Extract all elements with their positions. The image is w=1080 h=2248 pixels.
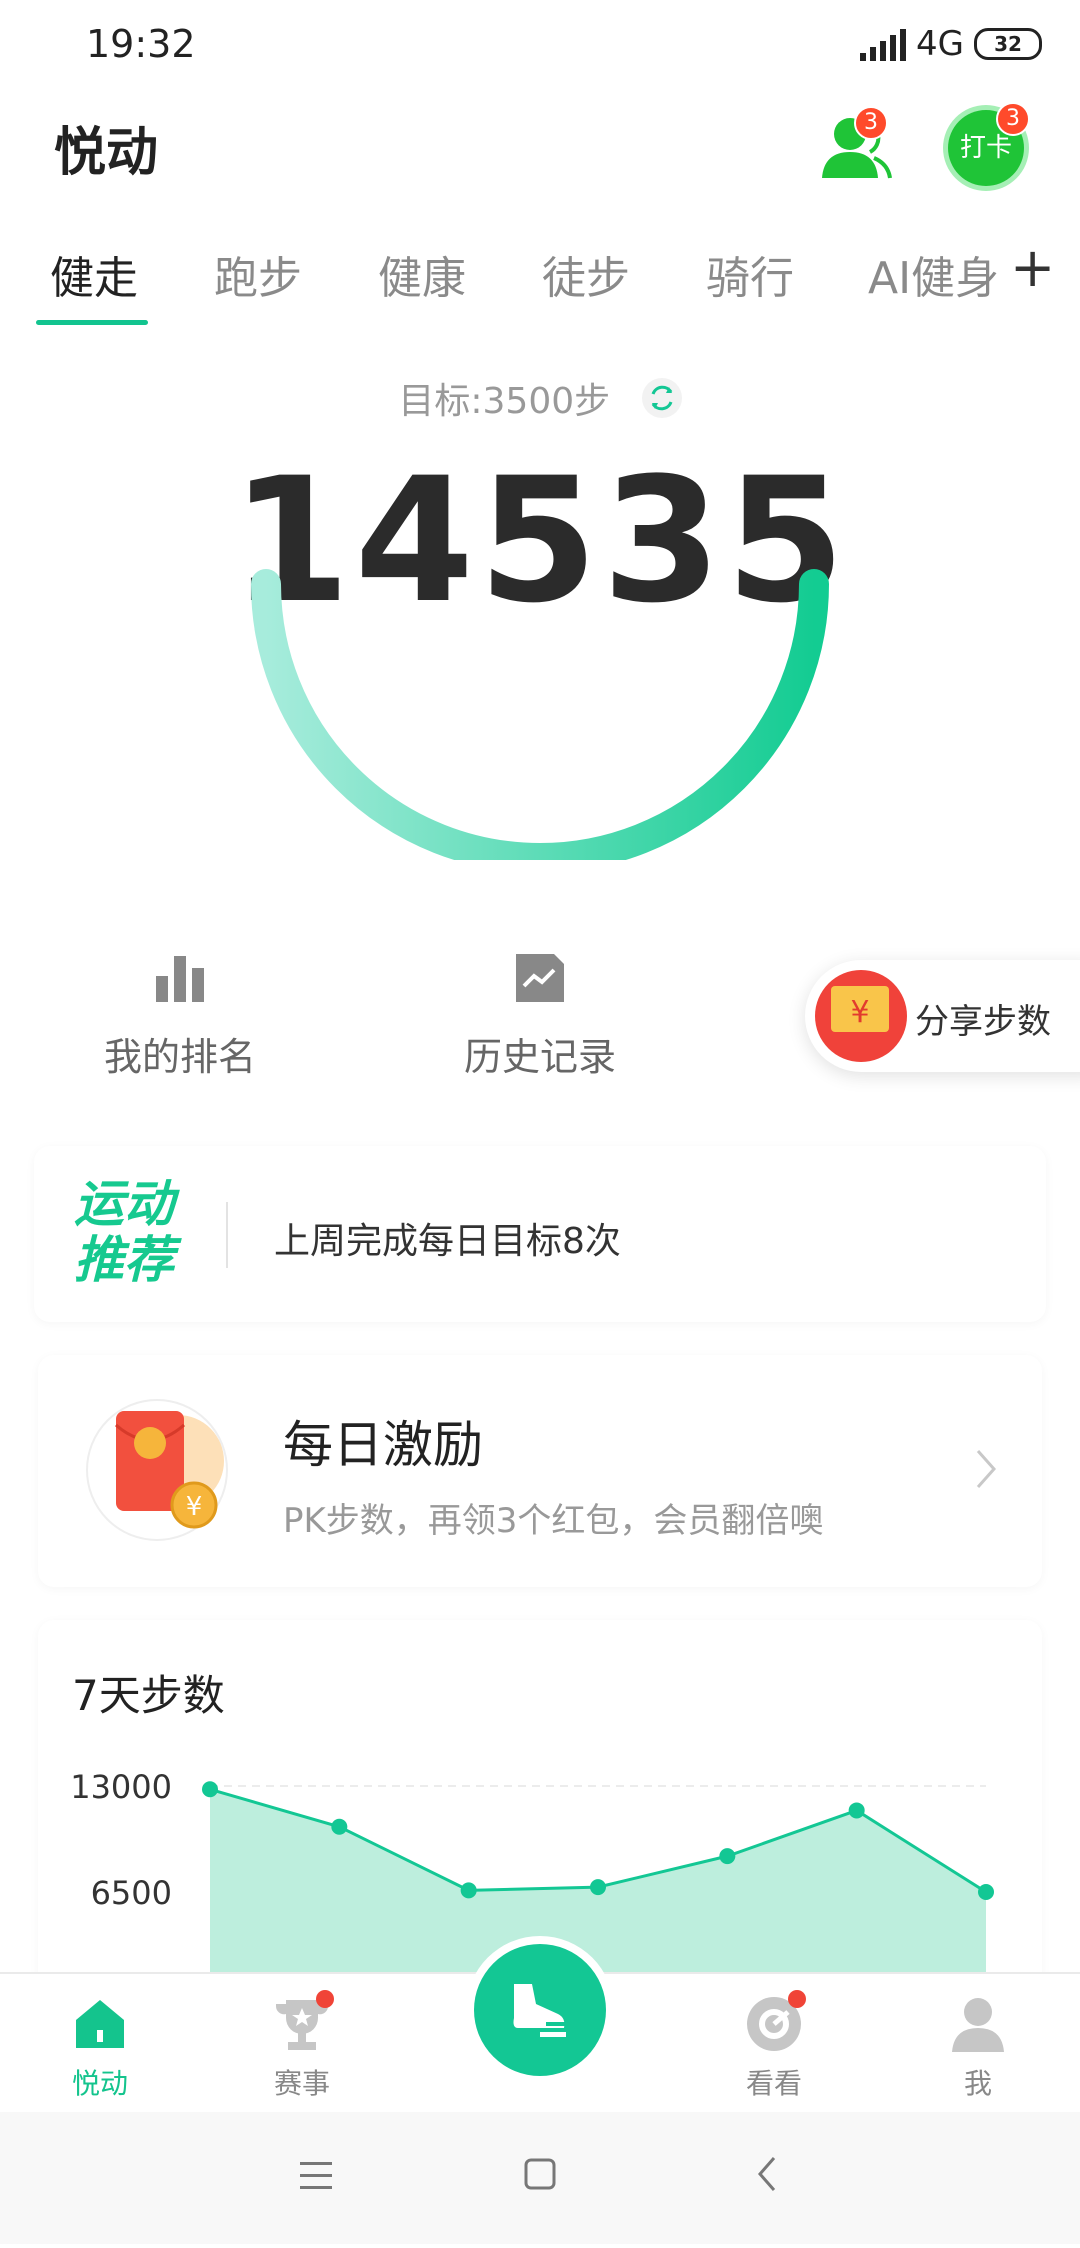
battery-icon: 32 <box>974 28 1042 60</box>
chart-title: 7天步数 <box>72 1671 225 1720</box>
watch-dot <box>788 1990 806 2008</box>
y-tick-label: 6500 <box>91 1874 172 1912</box>
network-label: 4G <box>916 24 964 64</box>
my-ranking-button[interactable]: 我的排名 <box>50 950 310 1081</box>
svg-text:¥: ¥ <box>186 1492 203 1522</box>
history-chart-icon <box>512 950 568 1006</box>
trophy-icon <box>272 1990 334 2054</box>
home-icon <box>70 1994 130 2054</box>
share-steps-button[interactable]: ¥ 分享步数 <box>805 960 1080 1072</box>
goal-row: 目标:3500步 <box>0 372 1080 424</box>
nav-watch[interactable]: 看看 <box>714 1990 834 2102</box>
daily-reward-card[interactable]: ¥ 每日激励 PK步数，再领3个红包，会员翻倍噢 <box>38 1355 1042 1587</box>
tab-run[interactable]: 跑步 <box>214 242 302 306</box>
home-square-icon[interactable] <box>524 2158 556 2190</box>
tab-health[interactable]: 健康 <box>378 242 466 306</box>
tab-cycling[interactable]: 骑行 <box>706 242 794 306</box>
profile-icon <box>948 1994 1008 2054</box>
daily-reward-title: 每日激励 <box>283 1416 483 1474</box>
tab-indicator <box>36 320 148 325</box>
divider <box>226 1202 228 1268</box>
friends-button[interactable]: 3 <box>814 106 898 186</box>
step-progress-arc <box>251 569 829 860</box>
history-label: 历史记录 <box>463 1035 616 1079</box>
start-workout-button[interactable] <box>474 1944 606 2076</box>
nav-events[interactable]: 赛事 <box>242 1990 362 2102</box>
bar-chart-icon <box>152 950 208 1006</box>
checkin-button[interactable]: 打卡 3 <box>948 102 1030 186</box>
red-envelope-icon: ¥ <box>82 1395 232 1545</box>
system-nav-bar <box>0 2112 1080 2244</box>
watch-icon <box>744 1990 806 2054</box>
status-time: 19:32 <box>86 22 196 66</box>
red-envelope-icon: ¥ <box>815 970 907 1062</box>
nav-home[interactable]: 悦动 <box>40 1994 160 2102</box>
sneaker-icon <box>513 1984 566 2037</box>
history-button[interactable]: 历史记录 <box>410 950 670 1081</box>
checkin-badge: 3 <box>996 102 1030 136</box>
goal-text: 目标:3500步 <box>398 381 611 422</box>
svg-text:¥: ¥ <box>850 995 869 1030</box>
refresh-icon[interactable] <box>641 378 682 418</box>
recommend-badge: 运动 推荐 <box>74 1175 174 1289</box>
y-tick-label: 13000 <box>70 1768 172 1806</box>
tab-ai-fitness[interactable]: AI健身 <box>868 242 999 306</box>
status-icons: 4G 32 <box>860 24 1042 64</box>
data-point <box>848 1802 865 1819</box>
recommend-card[interactable]: 运动 推荐 上周完成每日目标8次 <box>34 1146 1046 1322</box>
tab-hike[interactable]: 徒步 <box>542 242 630 306</box>
nav-me-label: 我 <box>963 2067 992 2100</box>
sport-tabs: 健走 跑步 健康 徒步 骑行 AI健身 <box>0 232 1080 328</box>
page-title: 悦动 <box>54 123 159 183</box>
nav-events-label: 赛事 <box>273 2067 330 2100</box>
nav-me[interactable]: 我 <box>918 1994 1038 2102</box>
checkin-label: 打卡 <box>959 133 1012 163</box>
data-point <box>202 1781 218 1798</box>
recommend-text: 上周完成每日目标8次 <box>274 1221 621 1262</box>
menu-icon[interactable] <box>300 2162 332 2189</box>
nav-watch-label: 看看 <box>745 2067 802 2100</box>
back-icon[interactable] <box>758 2157 776 2191</box>
chevron-right-icon <box>974 1447 998 1502</box>
my-ranking-label: 我的排名 <box>103 1035 256 1079</box>
data-point <box>978 1884 994 1900</box>
data-point <box>719 1848 736 1865</box>
share-steps-label: 分享步数 <box>915 1002 1051 1042</box>
events-dot <box>316 1990 334 2008</box>
data-point <box>331 1818 348 1835</box>
friends-badge: 3 <box>854 106 888 140</box>
signal-icon <box>860 27 907 61</box>
nav-home-label: 悦动 <box>71 2067 128 2100</box>
daily-reward-subtitle: PK步数，再领3个红包，会员翻倍噢 <box>283 1501 824 1541</box>
tab-walk[interactable]: 健走 <box>50 242 138 306</box>
data-point <box>590 1879 606 1896</box>
add-tab-button[interactable]: + <box>1010 236 1055 299</box>
data-point <box>460 1882 477 1899</box>
